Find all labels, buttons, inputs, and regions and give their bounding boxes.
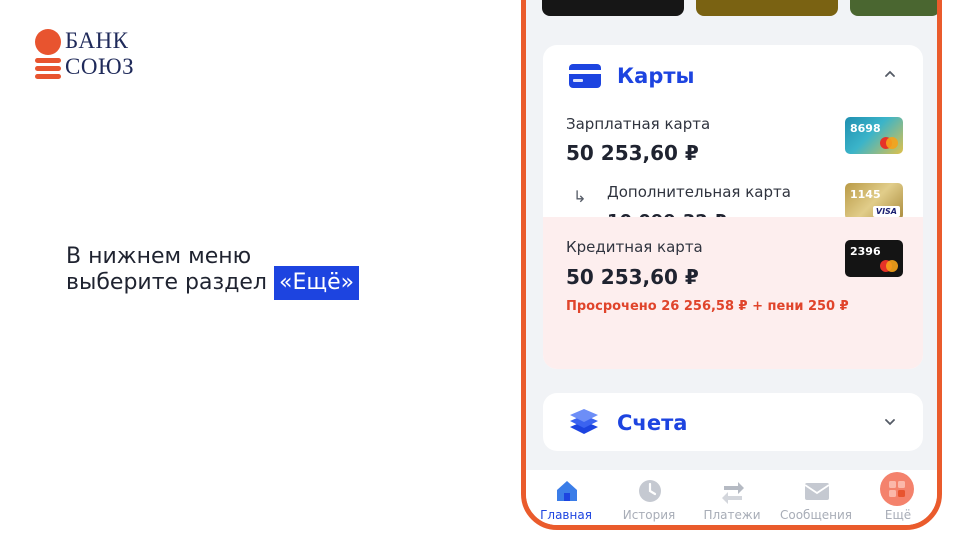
cards-panel: Карты Зарплатная карта 50 253,60 ₽ 8698 … xyxy=(543,45,923,369)
more-icon xyxy=(880,472,914,506)
nav-item-history[interactable]: История xyxy=(609,470,689,525)
extra-card-label[interactable]: Дополнительная карта xyxy=(607,183,791,201)
mastercard-icon xyxy=(880,137,898,149)
instruction-line2-prefix: выберите раздел xyxy=(66,270,267,295)
instruction-line2: выберите раздел «Ещё» xyxy=(66,266,360,300)
bottom-nav: Главная История Платежи Сообщения Ещё xyxy=(526,470,937,525)
cards-section-header[interactable]: Карты xyxy=(543,45,923,107)
credit-card-label[interactable]: Кредитная карта xyxy=(566,238,703,256)
credit-overdue-text: Просрочено 26 256,58 ₽ + пени 250 ₽ xyxy=(566,299,849,314)
thumbnail-2[interactable] xyxy=(696,0,838,16)
credit-card-amount: 50 253,60 ₽ xyxy=(566,265,699,289)
logo-mark-icon xyxy=(34,28,64,80)
accounts-section-title: Счета xyxy=(617,411,688,435)
cards-section-title: Карты xyxy=(617,64,695,88)
nav-label-home: Главная xyxy=(540,508,592,522)
sub-card-arrow-icon: ↳ xyxy=(573,187,587,206)
nav-label-payments: Платежи xyxy=(703,508,761,522)
logo-text-line2: СОЮЗ xyxy=(65,54,135,79)
card-icon xyxy=(569,64,601,88)
home-icon xyxy=(557,481,577,501)
phone-screen: Карты Зарплатная карта 50 253,60 ₽ 8698 … xyxy=(521,0,942,530)
nav-item-more[interactable]: Ещё xyxy=(858,470,937,525)
clock-icon xyxy=(639,480,661,502)
salary-card-thumbnail[interactable]: 8698 xyxy=(845,117,903,154)
bank-logo: БАНК СОЮЗ xyxy=(34,28,154,80)
nav-item-messages[interactable]: Сообщения xyxy=(776,470,856,525)
nav-item-payments[interactable]: Платежи xyxy=(692,470,772,525)
top-thumbnails xyxy=(526,0,937,17)
instruction-text: В нижнем меню выберите раздел «Ещё» xyxy=(66,244,360,300)
nav-item-home[interactable]: Главная xyxy=(526,470,606,525)
visa-logo: VISA xyxy=(872,206,900,217)
credit-card-thumbnail[interactable]: 2396 xyxy=(845,240,903,277)
logo-text-line1: БАНК xyxy=(65,28,129,53)
mastercard-icon xyxy=(880,260,898,272)
nav-label-history: История xyxy=(622,508,676,522)
chevron-down-icon[interactable] xyxy=(885,417,895,427)
instruction-highlight: «Ещё» xyxy=(274,266,360,300)
salary-card-amount: 50 253,60 ₽ xyxy=(566,141,699,165)
envelope-icon xyxy=(804,483,830,500)
salary-card-number: 8698 xyxy=(850,122,881,135)
nav-label-messages: Сообщения xyxy=(779,508,852,522)
thumbnail-3[interactable] xyxy=(850,0,937,16)
thumbnail-1[interactable] xyxy=(542,0,684,16)
chevron-up-icon[interactable] xyxy=(885,69,895,79)
nav-label-more: Ещё xyxy=(884,508,912,522)
transfer-icon xyxy=(722,482,744,504)
credit-card-number: 2396 xyxy=(850,245,881,258)
extra-card-number: 1145 xyxy=(850,188,881,201)
layers-icon xyxy=(570,409,598,434)
extra-card-thumbnail[interactable]: 1145 VISA xyxy=(845,183,903,220)
accounts-panel[interactable]: Счета xyxy=(543,393,923,451)
salary-card-label[interactable]: Зарплатная карта xyxy=(566,115,710,133)
